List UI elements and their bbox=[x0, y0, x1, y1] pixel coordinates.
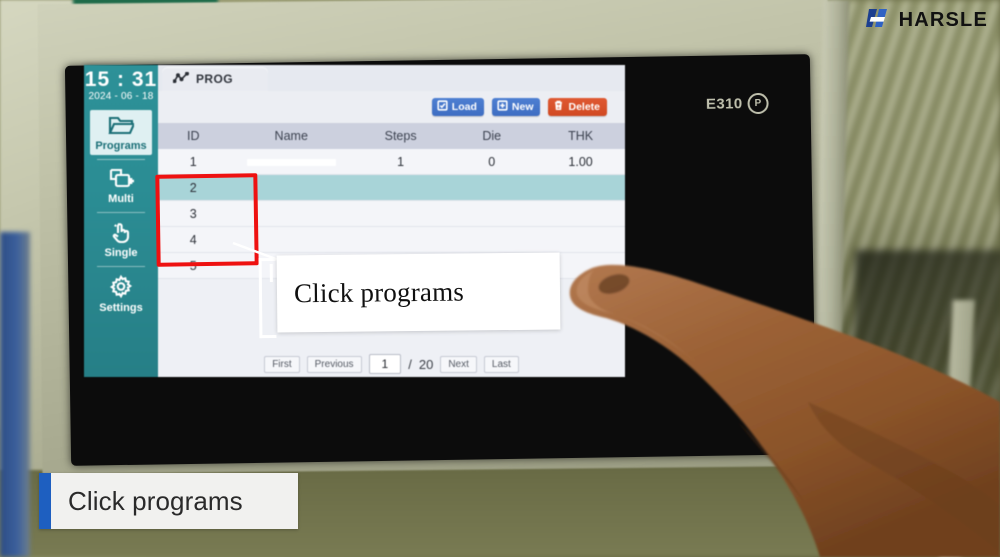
table-toolbar: Load New Delete bbox=[158, 91, 625, 123]
model-badge-text: E310 bbox=[705, 95, 743, 113]
delete-button[interactable]: Delete bbox=[548, 98, 607, 116]
sidebar-item-label: Settings bbox=[99, 302, 143, 315]
sidebar-item-multi[interactable]: Multi bbox=[90, 163, 152, 208]
sidebar-divider-2 bbox=[97, 212, 145, 214]
sidebar-item-label: Single bbox=[104, 247, 138, 260]
table-row[interactable]: 1 1 0 1.00 bbox=[158, 149, 625, 175]
gear-icon bbox=[109, 274, 133, 301]
cell-die bbox=[447, 200, 537, 227]
callout-text: Click programs bbox=[293, 276, 465, 309]
new-button-label: New bbox=[511, 101, 534, 113]
document-plus-icon bbox=[497, 100, 508, 114]
cell-die: 0 bbox=[447, 149, 537, 175]
name-edit-field[interactable] bbox=[246, 158, 336, 166]
clock-date: 2024 - 06 - 18 bbox=[88, 91, 154, 103]
monitor-model-badge: E310 P bbox=[705, 92, 769, 115]
harsle-logo: HARSLE bbox=[865, 6, 988, 35]
polyline-graph-icon bbox=[172, 71, 190, 86]
cell-steps bbox=[353, 200, 448, 227]
cell-thk bbox=[536, 226, 625, 253]
background-blue-panel bbox=[0, 232, 30, 557]
page-number-input[interactable]: 1 bbox=[368, 354, 402, 374]
cell-thk bbox=[536, 174, 625, 201]
load-button[interactable]: Load bbox=[431, 98, 484, 116]
new-button[interactable]: New bbox=[491, 98, 541, 116]
table-header-row: ID Name Steps Die THK bbox=[158, 123, 625, 149]
sidebar-item-single[interactable]: Single bbox=[90, 216, 152, 262]
tab-prog[interactable]: PROG bbox=[162, 67, 268, 91]
column-header-id: ID bbox=[158, 123, 229, 149]
harsle-logo-text: HARSLE bbox=[898, 9, 988, 31]
last-page-button[interactable]: Last bbox=[483, 355, 519, 373]
pointing-hand bbox=[569, 264, 1000, 557]
multi-window-plus-icon bbox=[108, 168, 134, 192]
highlight-box-programs bbox=[155, 173, 259, 267]
total-pages: 20 bbox=[418, 356, 434, 372]
sidebar-item-settings[interactable]: Settings bbox=[90, 270, 152, 317]
cell-die bbox=[447, 226, 537, 253]
tab-strip: PROG bbox=[158, 65, 625, 91]
folder-open-icon bbox=[108, 115, 136, 139]
delete-button-label: Delete bbox=[568, 101, 600, 113]
sidebar: 15 : 31 2024 - 06 - 18 Programs Multi Si… bbox=[84, 65, 158, 377]
sidebar-divider-3 bbox=[97, 266, 145, 268]
column-header-die: Die bbox=[447, 123, 537, 149]
clock-time: 15 : 31 bbox=[84, 68, 158, 91]
cell-steps: 1 bbox=[353, 149, 448, 175]
hand-tap-icon bbox=[109, 221, 133, 246]
previous-page-button[interactable]: Previous bbox=[306, 355, 362, 373]
cell-name bbox=[228, 149, 354, 175]
cell-steps bbox=[353, 174, 448, 201]
cell-id: 1 bbox=[158, 149, 229, 175]
subtitle-text: Click programs bbox=[68, 485, 243, 516]
load-button-label: Load bbox=[451, 101, 477, 113]
column-header-thk: THK bbox=[536, 123, 625, 149]
subtitle-bar: Click programs bbox=[39, 473, 298, 529]
harsle-h-mark-icon bbox=[865, 6, 892, 35]
sidebar-item-label: Multi bbox=[108, 193, 134, 206]
cell-die bbox=[447, 174, 537, 201]
clock: 15 : 31 2024 - 06 - 18 bbox=[84, 68, 158, 103]
sidebar-item-label: Programs bbox=[95, 140, 147, 153]
callout-box: Click programs bbox=[276, 252, 561, 333]
sidebar-divider-1 bbox=[97, 159, 145, 161]
page-separator: / bbox=[408, 356, 412, 372]
document-check-icon bbox=[437, 100, 448, 114]
next-page-button[interactable]: Next bbox=[440, 355, 477, 373]
cell-steps bbox=[353, 226, 448, 253]
sidebar-item-programs[interactable]: Programs bbox=[90, 110, 152, 156]
cell-thk bbox=[536, 200, 625, 227]
trash-icon bbox=[553, 100, 564, 114]
subtitle-accent bbox=[39, 473, 51, 529]
model-badge-p-icon: P bbox=[747, 92, 769, 115]
column-header-name: Name bbox=[228, 123, 354, 149]
cell-thk: 1.00 bbox=[536, 149, 625, 175]
first-page-button[interactable]: First bbox=[264, 355, 300, 373]
column-header-steps: Steps bbox=[353, 123, 448, 149]
tab-label: PROG bbox=[196, 72, 233, 86]
